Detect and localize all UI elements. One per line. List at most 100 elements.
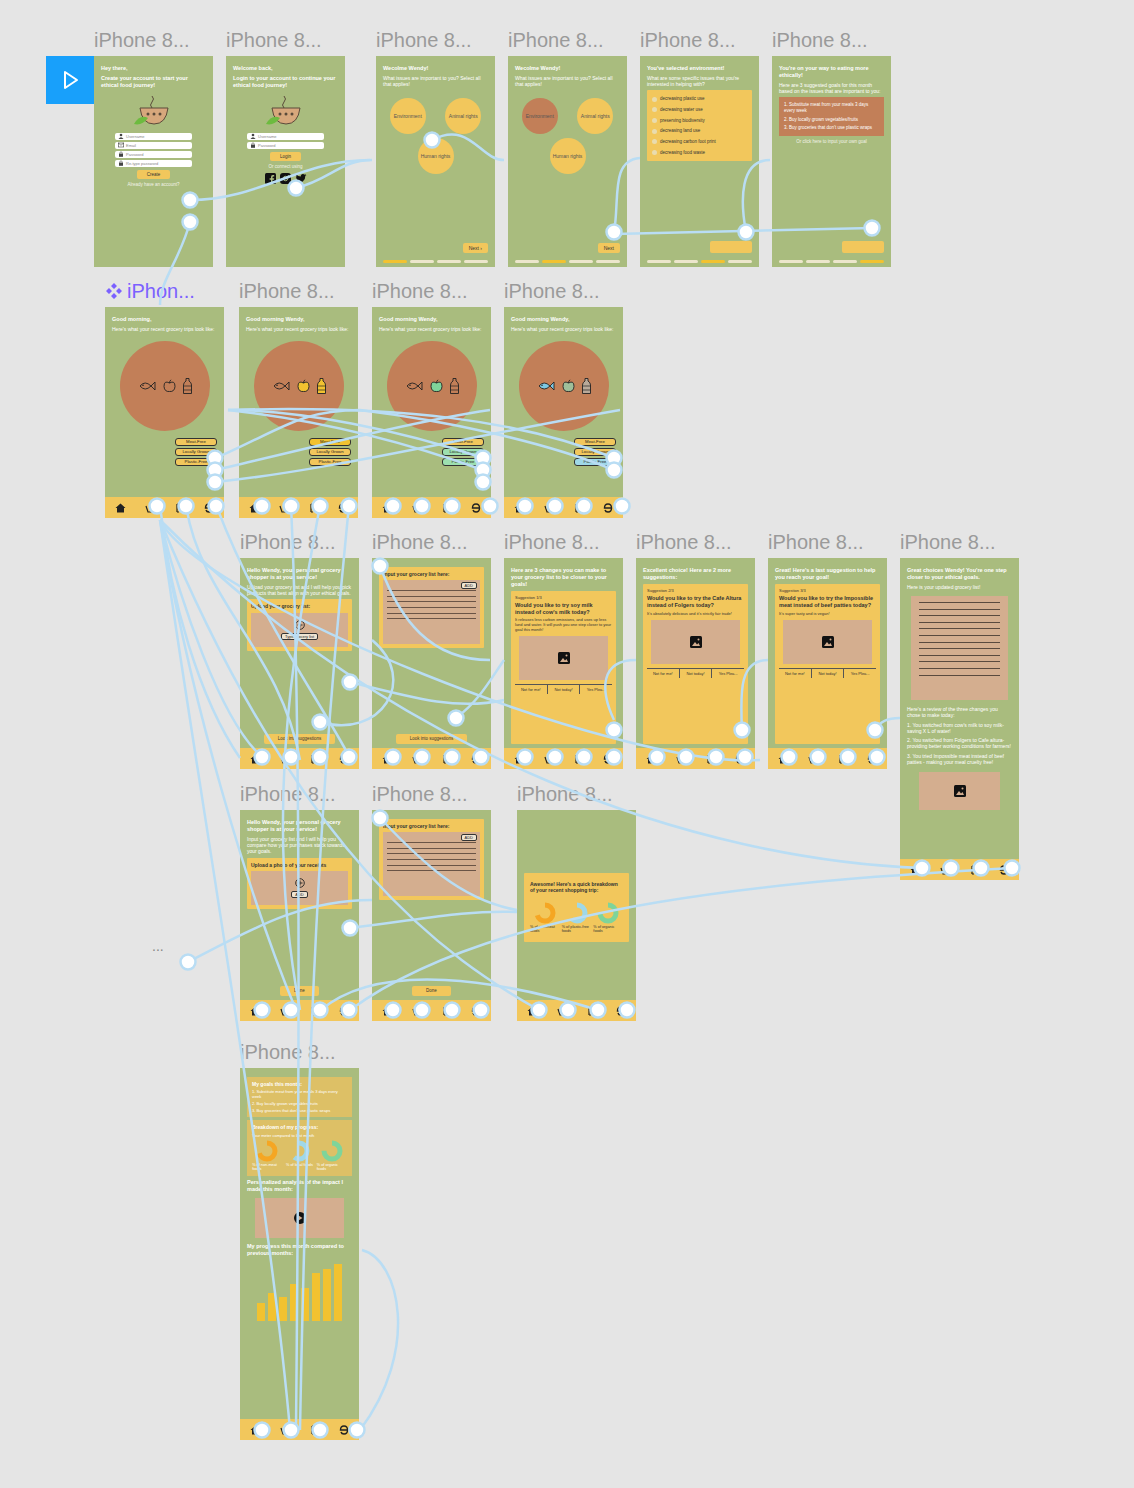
hotspot-handle[interactable] [284, 750, 299, 765]
choice-button[interactable]: Not today! [548, 685, 581, 694]
next-button[interactable] [842, 241, 884, 253]
choice-button[interactable]: Not today! [680, 669, 713, 678]
more-handle[interactable]: ... [152, 938, 164, 954]
hotspot-handle[interactable] [532, 1003, 547, 1018]
checkbox[interactable] [652, 118, 657, 123]
hotspot-handle[interactable] [425, 133, 440, 148]
checklist-item[interactable]: decreasing plastic use [652, 96, 747, 102]
profile-icon[interactable] [735, 754, 745, 764]
checklist-item[interactable]: preserving biodiversity [652, 118, 747, 124]
filter-button[interactable]: Meat-Free [574, 438, 616, 446]
phone-frame[interactable]: You're on your way to eating more ethica… [772, 56, 891, 267]
choice-button[interactable]: Not for me! [647, 669, 680, 678]
filter-button[interactable]: Meat-Free [309, 438, 351, 446]
frame-title[interactable]: iPhone 8... [239, 278, 335, 304]
apple-icon[interactable] [430, 379, 443, 393]
hotspot-handle[interactable] [865, 221, 880, 236]
receipt-icon[interactable] [175, 503, 185, 513]
bottle-icon[interactable] [582, 378, 591, 394]
phone-frame[interactable]: Good morning Wendy,Here's what your rece… [239, 307, 358, 518]
continue-button[interactable]: Look into suggestions [396, 734, 468, 744]
profile-icon[interactable] [339, 754, 349, 764]
continue-button[interactable]: Done [412, 986, 451, 996]
filter-button[interactable]: Plastic-Free [175, 458, 217, 466]
instagram-icon[interactable] [280, 173, 291, 184]
apple-icon[interactable] [297, 379, 310, 393]
hotspot-handle[interactable] [313, 750, 328, 765]
hotspot-handle[interactable] [181, 955, 196, 970]
filter-button[interactable]: Locally Grown [574, 448, 616, 456]
phone-frame[interactable]: Good morning Wendy,Here's what your rece… [504, 307, 623, 518]
hotspot-handle[interactable] [284, 1003, 299, 1018]
receipt-icon[interactable] [706, 754, 716, 764]
profile-icon[interactable] [339, 1006, 349, 1016]
home-icon[interactable] [382, 503, 393, 513]
hotspot-handle[interactable] [386, 1003, 401, 1018]
next-button[interactable]: Next › [463, 243, 488, 253]
hotspot-handle[interactable] [868, 723, 883, 738]
phone-frame[interactable]: Welcome back,Login to your account to co… [226, 56, 345, 267]
next-button[interactable] [710, 241, 752, 253]
hotspot-handle[interactable] [607, 451, 622, 466]
phone-frame[interactable]: Awesome! Here's a quick breakdown of you… [517, 810, 636, 1021]
hotspot-handle[interactable] [342, 750, 357, 765]
basket-icon[interactable] [280, 1425, 290, 1435]
basket-icon[interactable] [280, 1006, 290, 1016]
hotspot-handle[interactable] [483, 499, 498, 514]
home-icon[interactable] [514, 754, 525, 764]
twitter-icon[interactable] [295, 173, 307, 184]
add-button[interactable]: ADD [461, 582, 477, 589]
receipt-icon[interactable] [310, 1425, 320, 1435]
checkbox[interactable] [652, 107, 657, 112]
checklist-item[interactable]: decreasing water use [652, 107, 747, 113]
frame-title[interactable]: iPhone 8... [772, 27, 868, 53]
receipt-icon[interactable] [442, 1006, 452, 1016]
hotspot-handle[interactable] [445, 1003, 460, 1018]
basket-icon[interactable] [940, 865, 950, 875]
home-icon[interactable] [778, 754, 789, 764]
issue-option[interactable]: Animal rights [577, 98, 613, 134]
hotspot-handle[interactable] [620, 1003, 635, 1018]
hotspot-handle[interactable] [449, 711, 464, 726]
hotspot-handle[interactable] [615, 499, 630, 514]
phone-frame[interactable]: Here are 3 changes you can make to your … [504, 558, 623, 769]
hotspot-handle[interactable] [1005, 861, 1020, 876]
choice-button[interactable]: Not today! [812, 669, 845, 678]
receipt-icon[interactable] [574, 754, 584, 764]
hotspot-handle[interactable] [386, 750, 401, 765]
fish-icon[interactable] [405, 380, 423, 392]
basket-icon[interactable] [557, 1006, 567, 1016]
frame-title[interactable]: iPhone 8... [240, 781, 336, 807]
hotspot-handle[interactable] [313, 715, 328, 730]
filter-button[interactable]: Meat-Free [175, 438, 217, 446]
frame-title[interactable]: iPhone 8... [900, 529, 996, 555]
issue-option[interactable]: Environment [390, 98, 426, 134]
apple-icon[interactable] [163, 379, 176, 393]
fish-icon[interactable] [272, 380, 290, 392]
profile-icon[interactable] [999, 865, 1009, 875]
analysis-video[interactable] [255, 1198, 344, 1238]
hotspot-handle[interactable] [944, 861, 959, 876]
hotspot-handle[interactable] [607, 463, 622, 478]
hotspot-handle[interactable] [474, 1003, 489, 1018]
hotspot-handle[interactable] [208, 475, 223, 490]
hotspot-handle[interactable] [548, 499, 563, 514]
issue-option[interactable]: Human rights [550, 138, 586, 174]
bottle-icon[interactable] [450, 378, 459, 394]
profile-icon[interactable] [616, 1006, 626, 1016]
facebook-icon[interactable] [265, 173, 276, 184]
frame-title[interactable]: iPhone 8... [376, 27, 472, 53]
apple-icon[interactable] [562, 379, 575, 393]
hotspot-handle[interactable] [577, 499, 592, 514]
basket-icon[interactable] [676, 754, 686, 764]
phone-frame[interactable]: Good morning,Here's what your recent gro… [105, 307, 224, 518]
profile-icon[interactable] [471, 1006, 481, 1016]
hotspot-handle[interactable] [415, 499, 430, 514]
home-icon[interactable] [382, 754, 393, 764]
hotspot-handle[interactable] [709, 750, 724, 765]
hotspot-handle[interactable] [476, 463, 491, 478]
hotspot-handle[interactable] [284, 1423, 299, 1438]
profile-icon[interactable] [471, 503, 481, 513]
receipt-icon[interactable] [310, 1006, 320, 1016]
next-button[interactable]: Next [598, 243, 620, 253]
